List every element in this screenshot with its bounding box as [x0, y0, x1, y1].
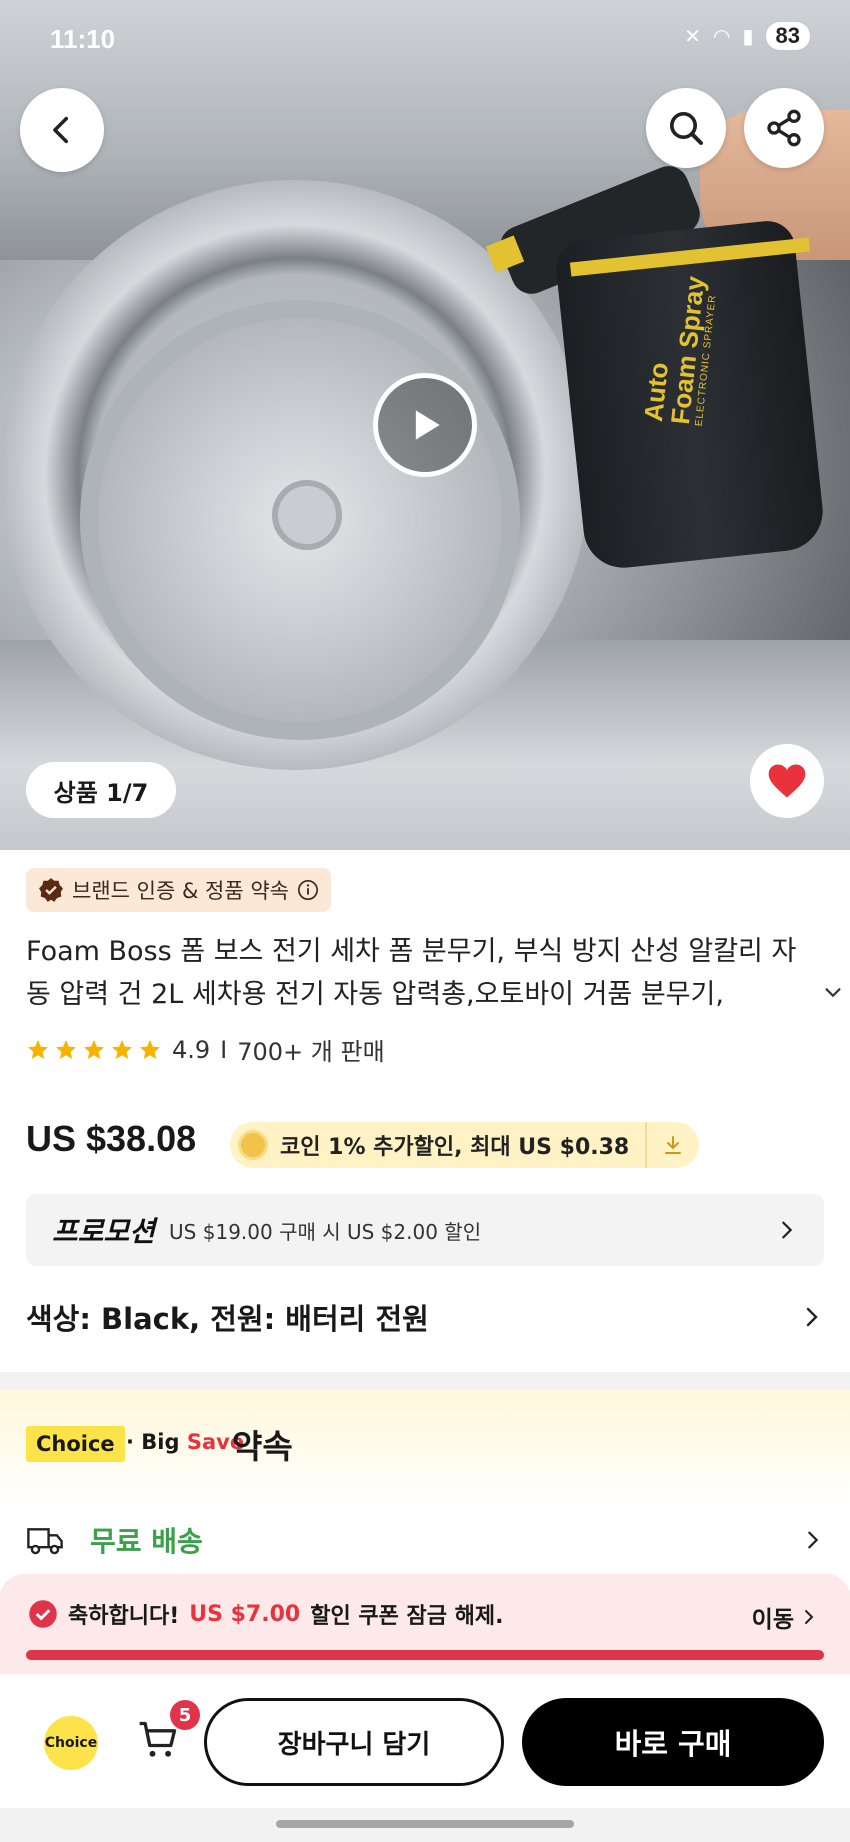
- free-shipping-label: 무료 배송: [90, 1525, 203, 1558]
- choice-tag: Choice: [26, 1426, 125, 1462]
- bottom-action-bar: Choice 5 장바구니 담기 바로 구매: [0, 1674, 850, 1808]
- status-bar: 11:10 ✕ ◠ ▮ 83: [0, 0, 850, 80]
- chevron-right-icon: [782, 1221, 793, 1239]
- variant-selector[interactable]: 색상: Black, 전원: 배터리 전원: [26, 1296, 824, 1338]
- promotion-label: 프로모션: [52, 1215, 156, 1248]
- buy-now-button[interactable]: 바로 구매: [522, 1698, 824, 1786]
- back-button[interactable]: [20, 88, 104, 172]
- share-button[interactable]: [744, 88, 824, 168]
- variant-text: 색상: Black, 전원: 배터리 전원: [26, 1302, 429, 1336]
- promotion-text: US $19.00 구매 시 US $2.00 할인: [169, 1219, 482, 1244]
- coupon-suffix: 할인 쿠폰 잠금 해제.: [310, 1604, 504, 1629]
- price: US $38.08: [26, 1118, 197, 1159]
- brand-badge-label: 브랜드 인증 & 정품 약속: [72, 879, 289, 903]
- coupon-progress-fill: [26, 1650, 824, 1660]
- product-title: Foam Boss 폼 보스 전기 세차 폼 분무기, 부식 방지 산성 알칼리…: [26, 936, 797, 1010]
- brand-badge[interactable]: 브랜드 인증 & 정품 약속: [26, 868, 331, 912]
- status-time: 11:10: [50, 24, 116, 54]
- signal-icon: ▮: [742, 25, 754, 48]
- coupon-progress-bar: [26, 1650, 824, 1660]
- play-icon: [415, 410, 440, 440]
- star-icon: [28, 1039, 48, 1059]
- product-info: 브랜드 인증 & 정품 약속 Foam Boss 폼 보스 전기 세차 폼 분무…: [0, 850, 850, 1372]
- image-counter: 상품 1/7: [26, 762, 176, 818]
- chevron-right-icon: [808, 1531, 819, 1549]
- star-icon: [84, 1039, 104, 1059]
- rating-row[interactable]: 4.9 I 700+ 개 판매: [26, 1032, 385, 1067]
- expand-title-icon[interactable]: [822, 982, 844, 1004]
- star-icon: [56, 1039, 76, 1059]
- rating-separator: I: [220, 1035, 228, 1064]
- battery-indicator: 83: [765, 22, 810, 50]
- rating-value: 4.9: [172, 1035, 211, 1064]
- chevron-left-icon: [53, 116, 69, 144]
- search-icon: [670, 112, 703, 145]
- rating-stars: [26, 1038, 162, 1062]
- coupon-go-link[interactable]: 이동: [752, 1600, 818, 1634]
- info-icon: [297, 880, 318, 900]
- wishlist-button[interactable]: [750, 744, 824, 818]
- verified-icon: [39, 878, 63, 902]
- wheel-hub: [272, 480, 342, 550]
- coin-offer[interactable]: 코인 1% 추가할인, 최대 US $0.38: [230, 1122, 700, 1168]
- status-icons: ✕ ◠ ▮ 83: [684, 22, 810, 50]
- promotion-row[interactable]: 프로모션 US $19.00 구매 시 US $2.00 할인: [26, 1194, 824, 1266]
- search-button[interactable]: [646, 88, 726, 168]
- choice-button[interactable]: Choice: [44, 1716, 98, 1770]
- big-save-logo: · Big Save: [126, 1430, 244, 1454]
- cart-badge: 5: [170, 1700, 200, 1730]
- shipping-row[interactable]: 무료 배송: [26, 1520, 824, 1560]
- coupon-unlock-bar[interactable]: 축하합니다! US $7.00 할인 쿠폰 잠금 해제. 이동: [0, 1574, 850, 1674]
- coin-icon: [238, 1130, 268, 1160]
- coupon-prefix: 축하합니다!: [68, 1604, 180, 1629]
- big-save-big: · Big: [126, 1430, 180, 1454]
- add-to-cart-button[interactable]: 장바구니 담기: [204, 1698, 504, 1786]
- chevron-right-icon: [806, 1307, 818, 1327]
- home-indicator[interactable]: [276, 1820, 574, 1828]
- check-circle-icon: [29, 1600, 57, 1628]
- coin-offer-text: 코인 1% 추가할인, 최대 US $0.38: [280, 1135, 630, 1160]
- sold-count: 700+ 개 판매: [237, 1038, 385, 1066]
- heart-icon: [768, 764, 806, 798]
- coupon-message: 축하합니다! US $7.00 할인 쿠폰 잠금 해제.: [28, 1598, 503, 1630]
- star-icon: [112, 1039, 132, 1059]
- coupon-go-label: 이동: [751, 1607, 794, 1633]
- play-video-button[interactable]: [373, 373, 477, 477]
- share-icon: [767, 109, 801, 147]
- star-icon: [140, 1039, 160, 1059]
- chevron-right-icon: [805, 1610, 814, 1624]
- coupon-amount: US $7.00: [189, 1601, 301, 1627]
- choice-section: Choice · Big Save 약속 무료 배송: [0, 1390, 850, 1590]
- mute-icon: ✕: [684, 25, 702, 48]
- download-icon[interactable]: [645, 1122, 699, 1168]
- truck-icon: [27, 1528, 63, 1555]
- choice-promise: 약속: [232, 1427, 293, 1466]
- wifi-icon: ◠: [713, 25, 731, 48]
